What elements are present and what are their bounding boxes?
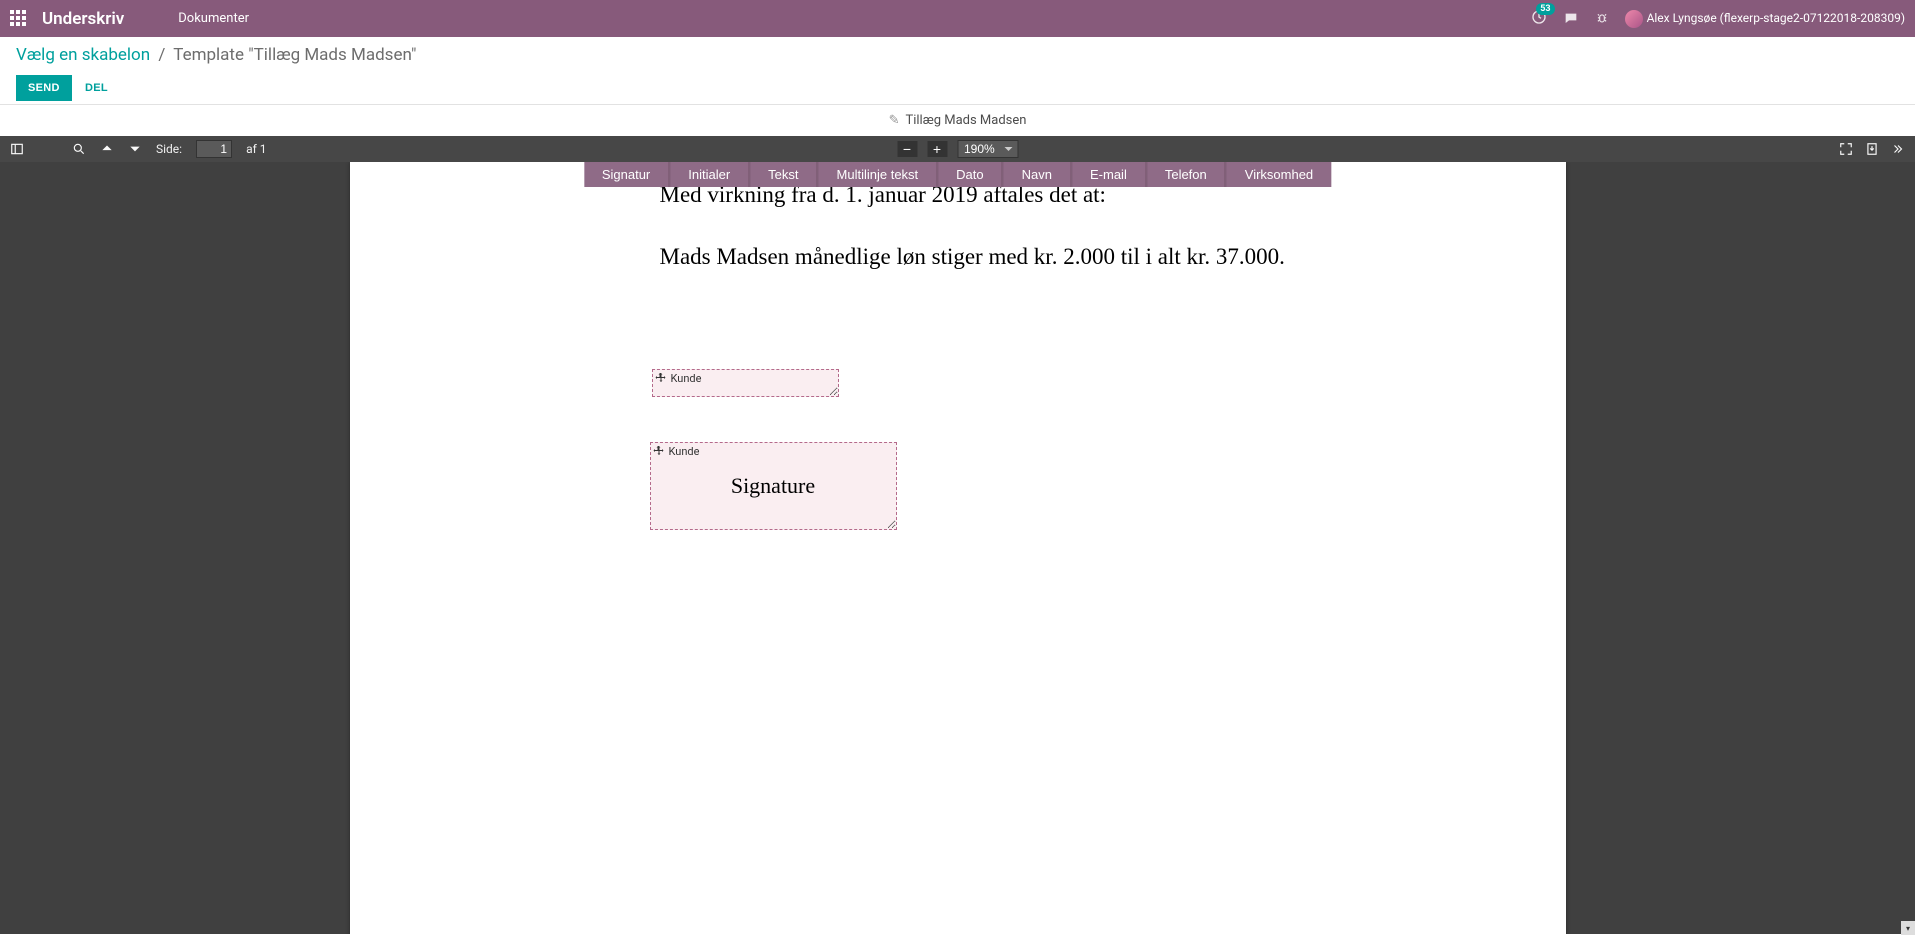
breadcrumb-separator: / [158,45,165,65]
breadcrumb: Vælg en skabelon / Template "Tillæg Mads… [16,45,1899,65]
move-handle-icon[interactable] [653,445,665,457]
notifications-button[interactable]: 53 [1531,9,1547,29]
more-icon[interactable] [1891,142,1905,156]
scroll-corner-icon: ▾ [1901,921,1915,935]
fullscreen-icon[interactable] [1839,142,1853,156]
topbar-right: 53 Alex Lyngsøe (flexerp-stage2-07122018… [1531,9,1905,29]
page-input[interactable] [196,140,232,158]
page-label: Side: [156,142,182,156]
app-brand[interactable]: Underskriv [42,9,124,29]
pdf-toolbar-left: Side: af 1 [10,140,267,158]
field-tab-multiline[interactable]: Multilinje tekst [818,162,938,187]
text-field-dropzone[interactable]: Kunde [652,369,839,397]
pdf-background: Med virkning fra d. 1. januar 2019 aftal… [0,162,1915,934]
title-row: ✎ Tillæg Mads Madsen [0,105,1915,136]
sidebar-toggle-icon[interactable] [10,142,24,156]
signature-dropzone[interactable]: Kunde Signature [650,442,897,530]
pdf-page: Med virkning fra d. 1. januar 2019 aftal… [350,162,1566,934]
pdf-toolbar-right [1839,142,1905,156]
topbar: Underskriv Dokumenter 53 Alex Lyngsøe (f… [0,0,1915,37]
notification-badge: 53 [1536,3,1554,15]
pdf-toolbar: Side: af 1 − + 190% [0,136,1915,162]
field-type-strip: Signatur Initialer Tekst Multilinje teks… [584,162,1331,187]
field-tab-company[interactable]: Virksomhed [1226,162,1331,187]
pencil-icon[interactable]: ✎ [889,113,900,128]
pdf-toolbar-center: − + 190% [897,140,1018,158]
field-tab-text[interactable]: Tekst [749,162,817,187]
bug-icon[interactable] [1595,12,1609,26]
search-icon[interactable] [72,142,86,156]
zoom-out-button[interactable]: − [897,141,917,157]
user-label: Alex Lyngsøe (flexerp-stage2-07122018-20… [1647,11,1905,25]
dropzone-role: Kunde [671,372,702,385]
user-menu[interactable]: Alex Lyngsøe (flexerp-stage2-07122018-20… [1625,10,1905,28]
template-title[interactable]: Tillæg Mads Madsen [905,113,1026,128]
page-down-icon[interactable] [128,142,142,156]
canvas-scroll[interactable]: Med virkning fra d. 1. januar 2019 aftal… [0,162,1915,934]
breadcrumb-current: Template "Tillæg Mads Madsen" [173,45,416,65]
field-tab-initials[interactable]: Initialer [669,162,749,187]
zoom-in-button[interactable]: + [927,141,947,157]
share-button[interactable]: DEL [75,75,118,101]
topbar-left: Underskriv Dokumenter [10,9,249,29]
action-bar: SEND DEL [16,75,1899,101]
canvas-outer: Signatur Initialer Tekst Multilinje teks… [0,162,1915,934]
chat-icon[interactable] [1563,11,1579,27]
apps-icon[interactable] [10,10,28,28]
field-tab-date[interactable]: Dato [937,162,1002,187]
field-tab-email[interactable]: E-mail [1071,162,1146,187]
page-of: af 1 [246,142,266,156]
download-icon[interactable] [1865,142,1879,156]
field-tab-signature[interactable]: Signatur [584,162,669,187]
move-handle-icon[interactable] [655,372,667,384]
avatar [1625,10,1643,28]
doc-line-2: Mads Madsen månedlige løn stiger med kr.… [660,244,1285,270]
breadcrumb-row: Vælg en skabelon / Template "Tillæg Mads… [0,37,1915,105]
dropzone-role: Kunde [669,445,700,458]
page-up-icon[interactable] [100,142,114,156]
breadcrumb-root[interactable]: Vælg en skabelon [16,45,150,65]
send-button[interactable]: SEND [16,75,72,101]
nav-documents[interactable]: Dokumenter [178,11,249,26]
zoom-select[interactable]: 190% [957,140,1018,158]
field-tab-name[interactable]: Navn [1003,162,1071,187]
field-tab-phone[interactable]: Telefon [1146,162,1226,187]
